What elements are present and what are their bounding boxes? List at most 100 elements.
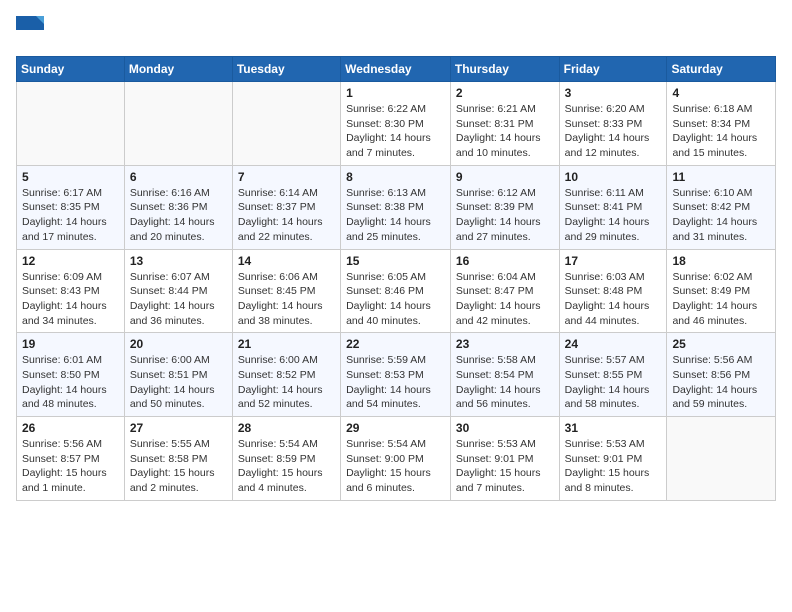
day-info: Sunrise: 6:14 AMSunset: 8:37 PMDaylight:… [238, 186, 335, 245]
calendar-day: 20 Sunrise: 6:00 AMSunset: 8:51 PMDayligh… [124, 333, 232, 417]
calendar-day: 8 Sunrise: 6:13 AMSunset: 8:38 PMDaylight… [341, 165, 451, 249]
calendar-day: 16 Sunrise: 6:04 AMSunset: 8:47 PMDayligh… [450, 249, 559, 333]
day-info: Sunrise: 6:09 AMSunset: 8:43 PMDaylight:… [22, 270, 119, 329]
calendar-week-4: 19 Sunrise: 6:01 AMSunset: 8:50 PMDayligh… [17, 333, 776, 417]
day-number: 14 [238, 254, 335, 268]
day-number: 13 [130, 254, 227, 268]
calendar-day: 28Sunrise: 5:54 AMSunset: 8:59 PMDayligh… [232, 417, 340, 501]
day-number: 31 [565, 421, 662, 435]
day-header-sunday: Sunday [17, 57, 125, 82]
page-header [16, 16, 776, 44]
day-number: 25 [672, 337, 770, 351]
day-info: Sunrise: 6:04 AMSunset: 8:47 PMDaylight:… [456, 270, 554, 329]
day-info: Sunrise: 6:21 AMSunset: 8:31 PMDaylight:… [456, 102, 554, 161]
day-info: Sunrise: 6:01 AMSunset: 8:50 PMDaylight:… [22, 353, 119, 412]
calendar-day: 21 Sunrise: 6:00 AMSunset: 8:52 PMDayligh… [232, 333, 340, 417]
day-number: 12 [22, 254, 119, 268]
day-info: Sunrise: 6:06 AMSunset: 8:45 PMDaylight:… [238, 270, 335, 329]
day-number: 30 [456, 421, 554, 435]
calendar-day: 24 Sunrise: 5:57 AMSunset: 8:55 PMDayligh… [559, 333, 667, 417]
day-info: Sunrise: 5:57 AMSunset: 8:55 PMDaylight:… [565, 353, 662, 412]
calendar-week-3: 12 Sunrise: 6:09 AMSunset: 8:43 PMDayligh… [17, 249, 776, 333]
calendar-day: 14 Sunrise: 6:06 AMSunset: 8:45 PMDayligh… [232, 249, 340, 333]
calendar-day: 26 Sunrise: 5:56 AMSunset: 8:57 PMDayligh… [17, 417, 125, 501]
day-info: Sunrise: 6:18 AMSunset: 8:34 PMDaylight:… [672, 102, 770, 161]
day-number: 8 [346, 170, 445, 184]
calendar-day: 5 Sunrise: 6:17 AMSunset: 8:35 PMDaylight… [17, 165, 125, 249]
day-number: 3 [565, 86, 662, 100]
day-info: Sunrise: 6:07 AMSunset: 8:44 PMDaylight:… [130, 270, 227, 329]
day-info: Sunrise: 6:00 AMSunset: 8:52 PMDaylight:… [238, 353, 335, 412]
calendar-day: 1 Sunrise: 6:22 AMSunset: 8:30 PMDaylight… [341, 82, 451, 166]
day-number: 15 [346, 254, 445, 268]
day-info: Sunrise: 5:56 AMSunset: 8:57 PMDaylight:… [22, 437, 119, 496]
calendar-day: 22 Sunrise: 5:59 AMSunset: 8:53 PMDayligh… [341, 333, 451, 417]
day-header-thursday: Thursday [450, 57, 559, 82]
calendar-day: 17Sunrise: 6:03 AMSunset: 8:48 PMDayligh… [559, 249, 667, 333]
calendar-day: 29Sunrise: 5:54 AMSunset: 9:00 PMDayligh… [341, 417, 451, 501]
day-info: Sunrise: 6:16 AMSunset: 8:36 PMDaylight:… [130, 186, 227, 245]
calendar-day [17, 82, 125, 166]
day-number: 1 [346, 86, 445, 100]
day-number: 6 [130, 170, 227, 184]
calendar-week-1: 1 Sunrise: 6:22 AMSunset: 8:30 PMDaylight… [17, 82, 776, 166]
calendar-day: 23Sunrise: 5:58 AMSunset: 8:54 PMDayligh… [450, 333, 559, 417]
day-number: 27 [130, 421, 227, 435]
logo-icon [16, 16, 44, 44]
day-info: Sunrise: 6:10 AMSunset: 8:42 PMDaylight:… [672, 186, 770, 245]
day-number: 10 [565, 170, 662, 184]
day-number: 17 [565, 254, 662, 268]
day-header-tuesday: Tuesday [232, 57, 340, 82]
calendar-week-5: 26 Sunrise: 5:56 AMSunset: 8:57 PMDayligh… [17, 417, 776, 501]
calendar-day: 10 Sunrise: 6:11 AMSunset: 8:41 PMDayligh… [559, 165, 667, 249]
calendar-day [667, 417, 776, 501]
day-number: 5 [22, 170, 119, 184]
calendar-day: 2 Sunrise: 6:21 AMSunset: 8:31 PMDaylight… [450, 82, 559, 166]
day-info: Sunrise: 6:17 AMSunset: 8:35 PMDaylight:… [22, 186, 119, 245]
calendar-day [232, 82, 340, 166]
day-info: Sunrise: 6:13 AMSunset: 8:38 PMDaylight:… [346, 186, 445, 245]
day-info: Sunrise: 6:20 AMSunset: 8:33 PMDaylight:… [565, 102, 662, 161]
day-info: Sunrise: 5:53 AMSunset: 9:01 PMDaylight:… [456, 437, 554, 496]
day-header-saturday: Saturday [667, 57, 776, 82]
day-info: Sunrise: 5:53 AMSunset: 9:01 PMDaylight:… [565, 437, 662, 496]
calendar-day: 7 Sunrise: 6:14 AMSunset: 8:37 PMDaylight… [232, 165, 340, 249]
day-info: Sunrise: 6:02 AMSunset: 8:49 PMDaylight:… [672, 270, 770, 329]
day-info: Sunrise: 6:22 AMSunset: 8:30 PMDaylight:… [346, 102, 445, 161]
day-number: 22 [346, 337, 445, 351]
day-info: Sunrise: 5:56 AMSunset: 8:56 PMDaylight:… [672, 353, 770, 412]
day-number: 4 [672, 86, 770, 100]
day-number: 7 [238, 170, 335, 184]
day-info: Sunrise: 6:11 AMSunset: 8:41 PMDaylight:… [565, 186, 662, 245]
day-info: Sunrise: 5:59 AMSunset: 8:53 PMDaylight:… [346, 353, 445, 412]
day-info: Sunrise: 6:00 AMSunset: 8:51 PMDaylight:… [130, 353, 227, 412]
day-number: 11 [672, 170, 770, 184]
day-number: 19 [22, 337, 119, 351]
day-number: 26 [22, 421, 119, 435]
calendar-day: 15Sunrise: 6:05 AMSunset: 8:46 PMDayligh… [341, 249, 451, 333]
calendar-day: 4 Sunrise: 6:18 AMSunset: 8:34 PMDaylight… [667, 82, 776, 166]
calendar-day: 3 Sunrise: 6:20 AMSunset: 8:33 PMDaylight… [559, 82, 667, 166]
calendar-day: 30 Sunrise: 5:53 AMSunset: 9:01 PMDayligh… [450, 417, 559, 501]
calendar-day: 31 Sunrise: 5:53 AMSunset: 9:01 PMDayligh… [559, 417, 667, 501]
calendar-header-row: SundayMondayTuesdayWednesdayThursdayFrid… [17, 57, 776, 82]
day-number: 24 [565, 337, 662, 351]
logo [16, 16, 48, 44]
day-header-wednesday: Wednesday [341, 57, 451, 82]
day-info: Sunrise: 6:12 AMSunset: 8:39 PMDaylight:… [456, 186, 554, 245]
calendar-day: 12 Sunrise: 6:09 AMSunset: 8:43 PMDayligh… [17, 249, 125, 333]
day-info: Sunrise: 5:55 AMSunset: 8:58 PMDaylight:… [130, 437, 227, 496]
day-number: 2 [456, 86, 554, 100]
calendar-day [124, 82, 232, 166]
calendar-day: 19 Sunrise: 6:01 AMSunset: 8:50 PMDayligh… [17, 333, 125, 417]
day-number: 16 [456, 254, 554, 268]
calendar-day: 6 Sunrise: 6:16 AMSunset: 8:36 PMDaylight… [124, 165, 232, 249]
day-number: 21 [238, 337, 335, 351]
calendar-table: SundayMondayTuesdayWednesdayThursdayFrid… [16, 56, 776, 501]
calendar-day: 9Sunrise: 6:12 AMSunset: 8:39 PMDaylight… [450, 165, 559, 249]
day-number: 29 [346, 421, 445, 435]
calendar-day: 18Sunrise: 6:02 AMSunset: 8:49 PMDayligh… [667, 249, 776, 333]
day-header-monday: Monday [124, 57, 232, 82]
day-number: 23 [456, 337, 554, 351]
day-number: 20 [130, 337, 227, 351]
